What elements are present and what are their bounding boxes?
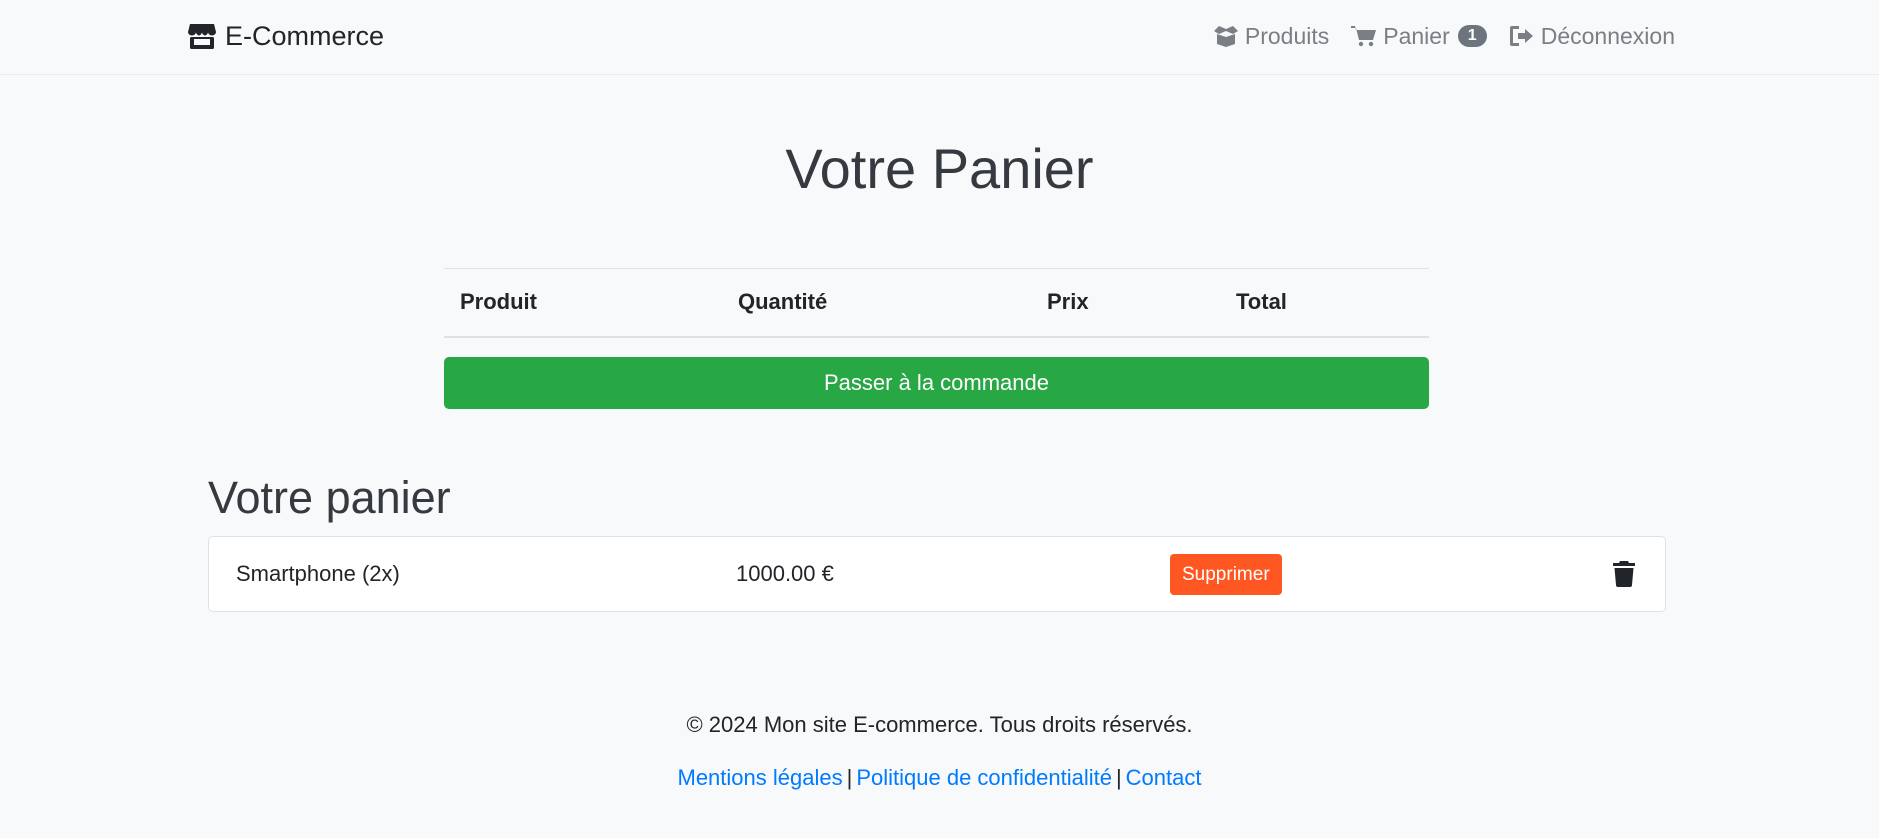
cart-count-badge: 1 — [1457, 25, 1487, 47]
checkout-button[interactable]: Passer à la commande — [444, 357, 1429, 409]
table-header-row: Produit Quantité Prix Total — [444, 268, 1429, 338]
nav-link-produits[interactable]: Produits — [1213, 23, 1329, 50]
column-header-total: Total — [1220, 268, 1429, 338]
footer-link-politique-confidentialite[interactable]: Politique de confidentialité — [856, 765, 1112, 790]
column-header-prix: Prix — [1031, 268, 1220, 338]
cart-icon — [1351, 26, 1377, 47]
cart-table: Produit Quantité Prix Total — [444, 268, 1429, 338]
store-icon — [188, 24, 216, 49]
footer-link-contact[interactable]: Contact — [1126, 765, 1202, 790]
footer-links: Mentions légales | Politique de confidenti… — [0, 765, 1879, 791]
nav-links: Produits Panier 1 Déconnexion — [1213, 18, 1675, 54]
list-item: Smartphone (2x) 1000.00 € Supprimer — [208, 536, 1666, 612]
nav-link-deconnexion[interactable]: Déconnexion — [1509, 23, 1675, 50]
nav-label-panier: Panier — [1383, 22, 1450, 49]
cart-section-title: Votre panier — [208, 472, 451, 523]
footer-separator: | — [846, 765, 853, 790]
nav-link-panier[interactable]: Panier 1 — [1351, 22, 1487, 50]
remove-button[interactable]: Supprimer — [1170, 554, 1282, 595]
box-icon — [1213, 26, 1238, 47]
brand-name: E-Commerce — [225, 20, 385, 51]
sign-out-icon — [1509, 26, 1533, 46]
footer-link-mentions-legales[interactable]: Mentions légales — [678, 765, 843, 790]
nav-label-produits: Produits — [1244, 22, 1330, 49]
trash-icon — [1613, 561, 1635, 587]
item-price: 1000.00 € — [736, 561, 834, 586]
item-name: Smartphone (2x) — [236, 561, 400, 586]
nav-label-deconnexion: Déconnexion — [1540, 22, 1675, 49]
footer-copyright: © 2024 Mon site E-commerce. Tous droits … — [686, 712, 1193, 737]
column-header-produit: Produit — [444, 268, 722, 338]
brand-link[interactable]: E-Commerce — [188, 18, 384, 54]
column-header-quantite: Quantité — [722, 268, 1031, 338]
navbar: E-Commerce Produits Panier 1 Déconnexion — [0, 0, 1879, 75]
delete-item-button[interactable] — [1613, 561, 1637, 587]
footer-separator: | — [1115, 765, 1122, 790]
page-title: Votre Panier — [785, 137, 1094, 200]
